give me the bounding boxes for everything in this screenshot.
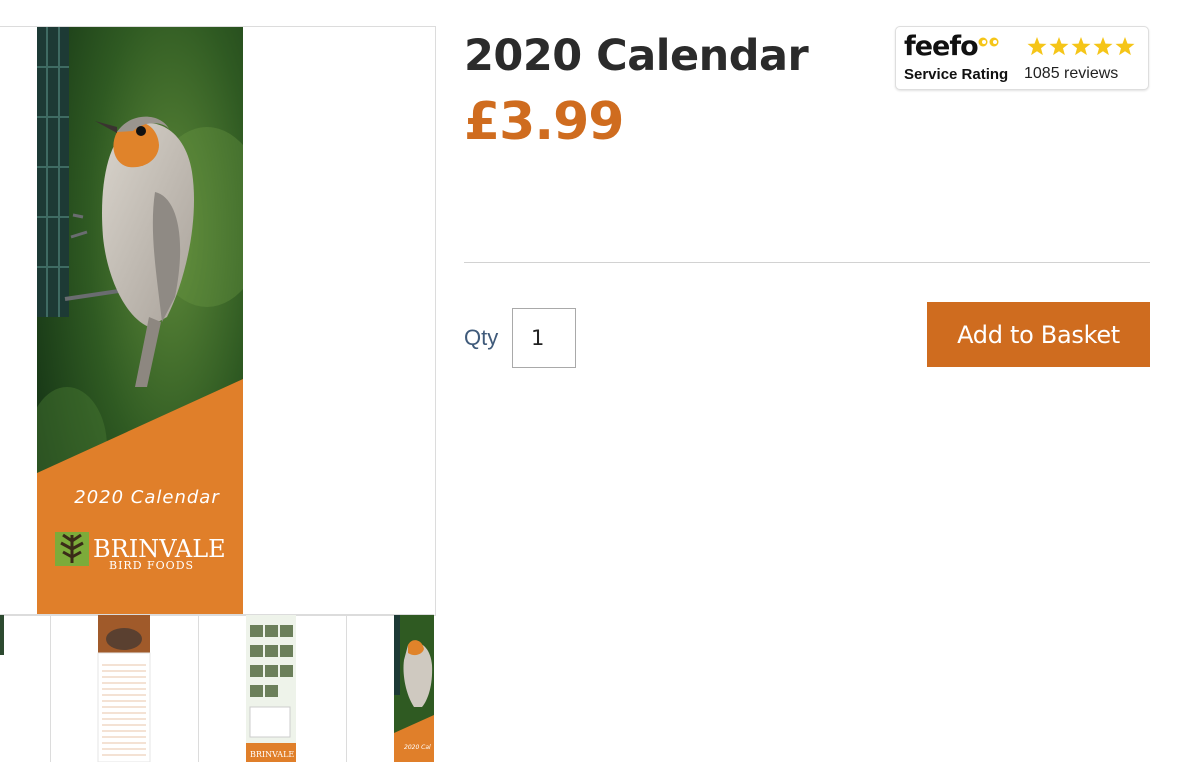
- thumbnail-4-image: 2020 Cal: [394, 615, 434, 762]
- thumbnail-4[interactable]: 2020 Cal: [346, 615, 434, 762]
- brand-sub-text: BIRD FOODS: [109, 559, 194, 572]
- thumbnail-3-image: BRINVALE: [246, 615, 296, 762]
- main-product-image[interactable]: 2020 Calendar BRINVALE BIRD FOODS: [0, 26, 436, 616]
- calendar-cover-image: 2020 Calendar BRINVALE BIRD FOODS: [37, 27, 243, 615]
- reviews-count: 1085 reviews: [1024, 65, 1119, 82]
- qty-label: Qty: [464, 325, 499, 350]
- star-icon: [1093, 37, 1113, 56]
- feefo-eyes-icon: [978, 37, 999, 47]
- star-icon: [1071, 37, 1091, 56]
- add-to-basket-button[interactable]: Add to Basket: [927, 302, 1150, 367]
- star-icon: [1049, 37, 1069, 56]
- qty-input[interactable]: [512, 308, 576, 368]
- product-price: £3.99: [464, 92, 624, 152]
- thumbnail-1-image: [0, 615, 4, 655]
- product-title: 2020 Calendar: [464, 31, 809, 81]
- star-icon: [1027, 37, 1047, 56]
- divider: [464, 262, 1150, 263]
- thumb-cover-text: 2020 Cal: [404, 744, 431, 751]
- thumb-brand-text: BRINVALE: [250, 750, 294, 759]
- thumbnail-strip: BRINVALE 2020 Cal: [0, 614, 434, 762]
- thumbnail-3[interactable]: BRINVALE: [198, 615, 347, 762]
- robin-photo: 2020 Calendar BRINVALE BIRD FOODS: [37, 27, 243, 615]
- thumbnail-2[interactable]: [50, 615, 199, 762]
- thumbnail-1[interactable]: [0, 615, 51, 762]
- five-star-rating-icon: [1027, 37, 1135, 56]
- thumbnail-2-image: [97, 615, 151, 762]
- cover-title-text: 2020 Calendar: [74, 487, 220, 508]
- feefo-rating-badge[interactable]: feefo Service Rating 1085 reviews: [895, 26, 1149, 90]
- feefo-logo: feefo: [904, 31, 979, 62]
- service-rating-label: Service Rating: [904, 66, 1009, 83]
- star-icon: [1115, 37, 1135, 56]
